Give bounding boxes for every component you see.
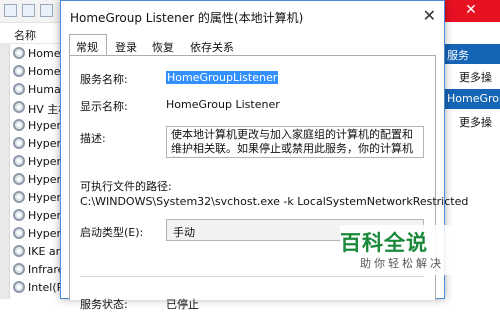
gear-icon [13,227,25,239]
more-actions-link[interactable]: 更多操 [459,114,492,130]
dialog-title: HomeGroup Listener 的属性(本地计算机) [70,11,304,25]
back-icon[interactable] [4,4,17,17]
description-textbox[interactable]: 使本地计算机更改与加入家庭组的计算机的配置和维护相关联。如果停止或禁用此服务，你… [166,126,424,158]
refresh-icon[interactable] [40,4,53,17]
gear-icon [13,173,25,185]
close-icon: ✕ [465,2,477,18]
service-row[interactable]: Intel(R) [0,279,69,297]
gear-icon [13,209,25,221]
service-name: Hyper- [28,209,65,222]
gear-icon [13,281,25,293]
gear-icon [13,47,25,59]
service-row[interactable]: Hyper- [0,207,65,225]
service-row[interactable]: Human [0,81,68,99]
dialog-close-icon[interactable]: ✕ [423,6,436,25]
gear-icon [13,83,25,95]
tab-label: 登录 [115,41,137,54]
gear-icon [13,245,25,257]
services-list: 名称 HomeG HomeG Human HV 主机 Hyper- Hyper-… [0,25,70,299]
gear-icon [13,155,25,167]
service-row[interactable]: HomeG [0,63,69,81]
service-name: Hyper- [28,191,65,204]
forward-icon[interactable] [22,4,35,17]
service-row[interactable]: HV 主机 [0,99,69,117]
tab-label: 常规 [76,41,98,54]
tab-strip: 常规 登录 恢复 依存关系 [69,34,439,56]
actions-header[interactable]: 服务 [441,44,500,64]
watermark-subtitle: 助你轻松解决 [360,257,444,270]
service-name: Hyper- [28,227,65,240]
tab-label: 恢复 [152,41,174,54]
service-name-label: 服务名称: [80,73,128,86]
tab-general[interactable]: 常规 [69,34,107,56]
display-name-value: HomeGroup Listener [166,98,280,111]
service-row[interactable]: Hyper- [0,189,65,207]
service-name: Hyper- [28,137,65,150]
separator [80,276,424,277]
dialog-titlebar[interactable]: HomeGroup Listener 的属性(本地计算机) ✕ [61,1,444,31]
window-close-button[interactable]: ✕ [442,0,500,22]
startup-type-value: 手动 [173,226,195,239]
tab-logon[interactable]: 登录 [115,37,145,56]
service-status-value: 已停止 [166,298,199,311]
service-row[interactable]: HomeG [0,45,69,63]
column-header-label: 名称 [14,29,36,42]
tab-label: 依存关系 [190,41,234,54]
service-name: Hyper- [28,119,65,132]
gear-icon [13,119,25,131]
tab-recovery[interactable]: 恢复 [152,37,182,56]
gear-icon [13,65,25,77]
gear-icon [13,137,25,149]
service-name: Infrare [28,263,65,276]
display-name-label: 显示名称: [80,100,128,113]
service-row[interactable]: Hyper- [0,117,65,135]
more-actions-link[interactable]: 更多操 [459,69,492,85]
actions-selected-header[interactable]: HomeGrou [441,89,500,109]
exe-path-value: C:\WINDOWS\System32\svchost.exe -k Local… [80,195,469,208]
tab-dependencies[interactable]: 依存关系 [190,37,250,56]
service-row[interactable]: IKE and [0,243,70,261]
actions-selected-label: HomeGrou [447,92,500,105]
gear-icon [13,263,25,275]
startup-type-label: 启动类型(E): [80,226,144,239]
description-label: 描述: [80,132,106,145]
column-header-name[interactable]: 名称 [0,25,62,44]
service-row[interactable]: Infrare [0,261,65,279]
service-name: Hyper- [28,173,65,186]
service-row[interactable]: Hyper- [0,135,65,153]
exe-path-label: 可执行文件的路径: [80,180,172,193]
actions-header-label: 服务 [447,49,469,62]
service-row[interactable]: Hyper- [0,153,65,171]
service-row[interactable]: Hyper- [0,171,65,189]
gear-icon [13,101,25,113]
gear-icon [13,191,25,203]
service-name: Hyper- [28,155,65,168]
service-row[interactable]: Hyper- [0,225,65,243]
service-name-value[interactable]: HomeGroupListener [166,71,279,84]
service-status-label: 服务状态: [80,298,128,311]
watermark-logo: 百科全说 助你轻松解决 [340,225,470,275]
watermark-title: 百科全说 [340,231,428,255]
